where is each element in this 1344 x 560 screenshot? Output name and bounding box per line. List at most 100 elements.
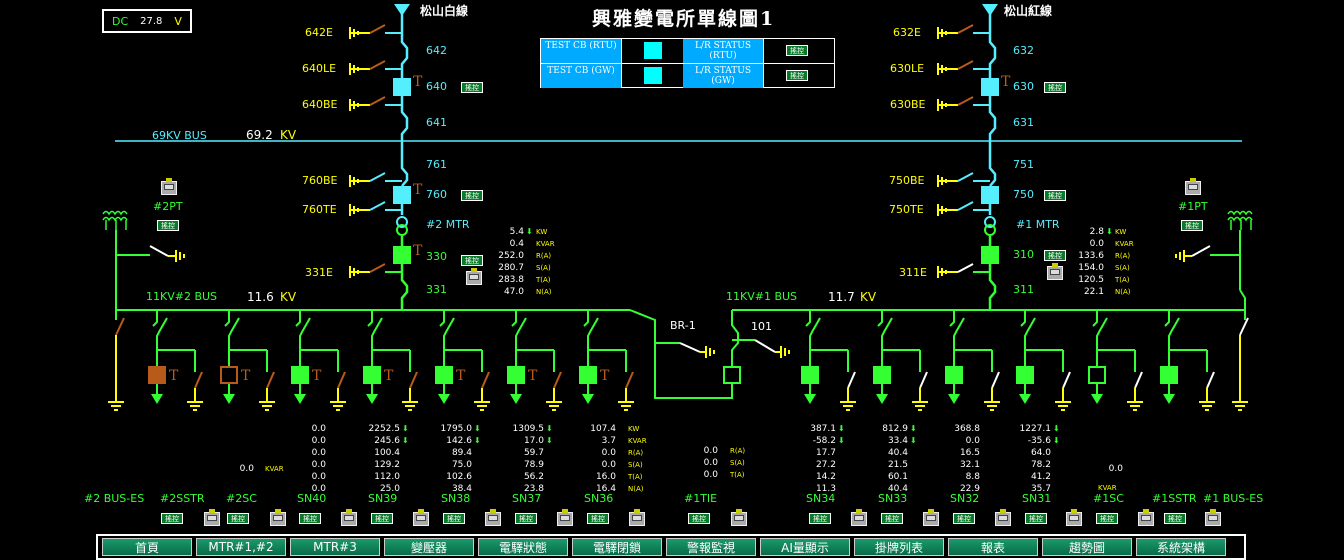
- nav-button-1[interactable]: MTR#1,#2: [196, 538, 286, 556]
- ctrl-310-button[interactable]: 搖控: [1044, 250, 1066, 261]
- ctrl-330-button[interactable]: 搖控: [461, 255, 483, 266]
- bay-terminal-8-icon[interactable]: [851, 509, 867, 526]
- feeder-bay-6: T: [579, 310, 634, 411]
- nav-button-2[interactable]: MTR#3: [290, 538, 380, 556]
- bus11-2-label: 11KV#2 BUS: [146, 290, 218, 303]
- bay-terminal-0-icon[interactable]: [204, 509, 220, 526]
- bay-control-button-10[interactable]: 搖控: [953, 513, 975, 524]
- bay-control-button-5[interactable]: 搖控: [515, 513, 537, 524]
- bay-terminal-5-icon[interactable]: [557, 509, 573, 526]
- label-632: 632: [1013, 44, 1034, 57]
- breaker-640-icon: [393, 78, 411, 96]
- bay-control-button-9[interactable]: 搖控: [881, 513, 903, 524]
- bay-terminal-9-icon[interactable]: [923, 509, 939, 526]
- nav-button-5[interactable]: 電驛閉鎖: [572, 538, 662, 556]
- ctrl-630-button[interactable]: 搖控: [1044, 82, 1066, 93]
- bay-control-button-7[interactable]: 搖控: [688, 513, 710, 524]
- bay-9-value-4: 14.2: [815, 472, 836, 482]
- bay-control-button-0[interactable]: 搖控: [161, 513, 183, 524]
- bay-name-0: #2 BUS-ES: [84, 492, 145, 505]
- nav-button-7[interactable]: AI量顯示: [760, 538, 850, 556]
- bus11-2-value: 11.6: [247, 290, 274, 304]
- ctrl-760-button[interactable]: 搖控: [461, 190, 483, 201]
- ctrl-pt1-button[interactable]: 搖控: [1181, 220, 1203, 231]
- mtr1_meas-unit-1: KVAR: [1115, 240, 1134, 248]
- bay-control-button-3[interactable]: 搖控: [371, 513, 393, 524]
- dc-voltage-box: DC 27.8 V: [102, 9, 192, 33]
- ground-640BE-icon: [349, 96, 402, 111]
- bay-name-14: #1SSTR: [1152, 492, 1197, 505]
- bay-12-value-1: -35.6: [1027, 436, 1051, 446]
- label-310: 310: [1013, 248, 1034, 261]
- bay-tag-4-label: T: [456, 368, 466, 384]
- bay-terminal-4-icon[interactable]: [485, 509, 501, 526]
- label-751: 751: [1013, 158, 1034, 171]
- nav-button-8[interactable]: 掛牌列表: [854, 538, 944, 556]
- bay-control-button-8[interactable]: 搖控: [809, 513, 831, 524]
- label-630BE: 630BE: [890, 98, 926, 111]
- label-761: 761: [426, 158, 447, 171]
- terminal-310-icon[interactable]: [1047, 263, 1063, 280]
- nav-button-11[interactable]: 系統架構: [1136, 538, 1226, 556]
- bus2-es-ground-icon: [108, 401, 124, 411]
- bay-breaker-1-icon: [220, 366, 238, 384]
- ground-642E-icon: [349, 24, 402, 39]
- bay-terminal-7-icon[interactable]: [731, 509, 747, 526]
- bay-12-kvar-arrow-icon: ⬇: [1053, 436, 1060, 445]
- bay-6-kw-arrow-icon: ⬇: [546, 424, 553, 433]
- nav-button-3[interactable]: 變壓器: [384, 538, 474, 556]
- bay-breaker-2-icon: [291, 366, 309, 384]
- left-feeder-name: 松山白線: [420, 4, 469, 18]
- feeder-bay-1: T: [220, 310, 275, 411]
- bay-5-value-2: 89.4: [451, 448, 472, 458]
- bay-3-value-0: 0.0: [311, 424, 326, 434]
- bay-arrow-8-icon: [876, 394, 888, 404]
- ground-331E-icon: [349, 263, 402, 278]
- bay-tag-6-label: T: [600, 368, 610, 384]
- terminal-pt1-icon[interactable]: [1185, 178, 1201, 195]
- label-642E: 642E: [305, 26, 333, 39]
- nav-button-9[interactable]: 報表: [948, 538, 1038, 556]
- feeder-bay-5: T: [507, 310, 562, 411]
- pt-1-branch: [1184, 230, 1246, 310]
- bay-control-button-2[interactable]: 搖控: [299, 513, 321, 524]
- ctrl-640-button[interactable]: 搖控: [461, 82, 483, 93]
- lr-status-rtu-control-button[interactable]: 搖控: [786, 45, 808, 56]
- bay-terminal-10-icon[interactable]: [995, 509, 1011, 526]
- bay-8-value-1: 0.0: [703, 458, 718, 468]
- bay-control-button-6[interactable]: 搖控: [587, 513, 609, 524]
- ctrl-pt2-button[interactable]: 搖控: [157, 220, 179, 231]
- bay-name-8: #1TIE: [684, 492, 718, 505]
- bay-terminal-11-icon[interactable]: [1066, 509, 1082, 526]
- label-311: 311: [1013, 283, 1034, 296]
- bay-10-value-2: 40.4: [887, 448, 908, 458]
- terminal-pt2-icon[interactable]: [161, 178, 177, 195]
- bay-terminal-13-icon[interactable]: [1205, 509, 1221, 526]
- ground-630BE-icon: [937, 96, 990, 111]
- bay-control-button-1[interactable]: 搖控: [227, 513, 249, 524]
- nav-button-6[interactable]: 警報監視: [666, 538, 756, 556]
- right-grounds: [937, 24, 990, 278]
- nav-button-0[interactable]: 首頁: [102, 538, 192, 556]
- bay-control-button-11[interactable]: 搖控: [1025, 513, 1047, 524]
- bay-control-button-12[interactable]: 搖控: [1096, 513, 1118, 524]
- terminal-330-icon[interactable]: [466, 268, 482, 285]
- bay-terminal-2-icon[interactable]: [341, 509, 357, 526]
- bay-terminal-3-icon[interactable]: [413, 509, 429, 526]
- nav-button-10[interactable]: 趨勢圖: [1042, 538, 1132, 556]
- bay-terminal-1-icon[interactable]: [270, 509, 286, 526]
- bus1-es-ground-icon: [1232, 401, 1248, 411]
- lr-status-gw-control-button[interactable]: 搖控: [786, 70, 808, 81]
- lr-status-gw-label: L/R STATUS (GW): [683, 63, 763, 88]
- bay-terminal-6-icon[interactable]: [629, 509, 645, 526]
- label-2mtr: #2 MTR: [426, 218, 470, 231]
- bay-terminal-12-icon[interactable]: [1138, 509, 1154, 526]
- bay-8-value-0: 0.0: [703, 446, 718, 456]
- bay-9-value-1: -58.2: [812, 436, 836, 446]
- bay-control-button-4[interactable]: 搖控: [443, 513, 465, 524]
- bay-control-button-13[interactable]: 搖控: [1164, 513, 1186, 524]
- ctrl-750-button[interactable]: 搖控: [1044, 190, 1066, 201]
- bay-8-unit-2: T(A): [730, 471, 745, 479]
- nav-button-4[interactable]: 電驛狀態: [478, 538, 568, 556]
- bay-9-kw-arrow-icon: ⬇: [838, 424, 845, 433]
